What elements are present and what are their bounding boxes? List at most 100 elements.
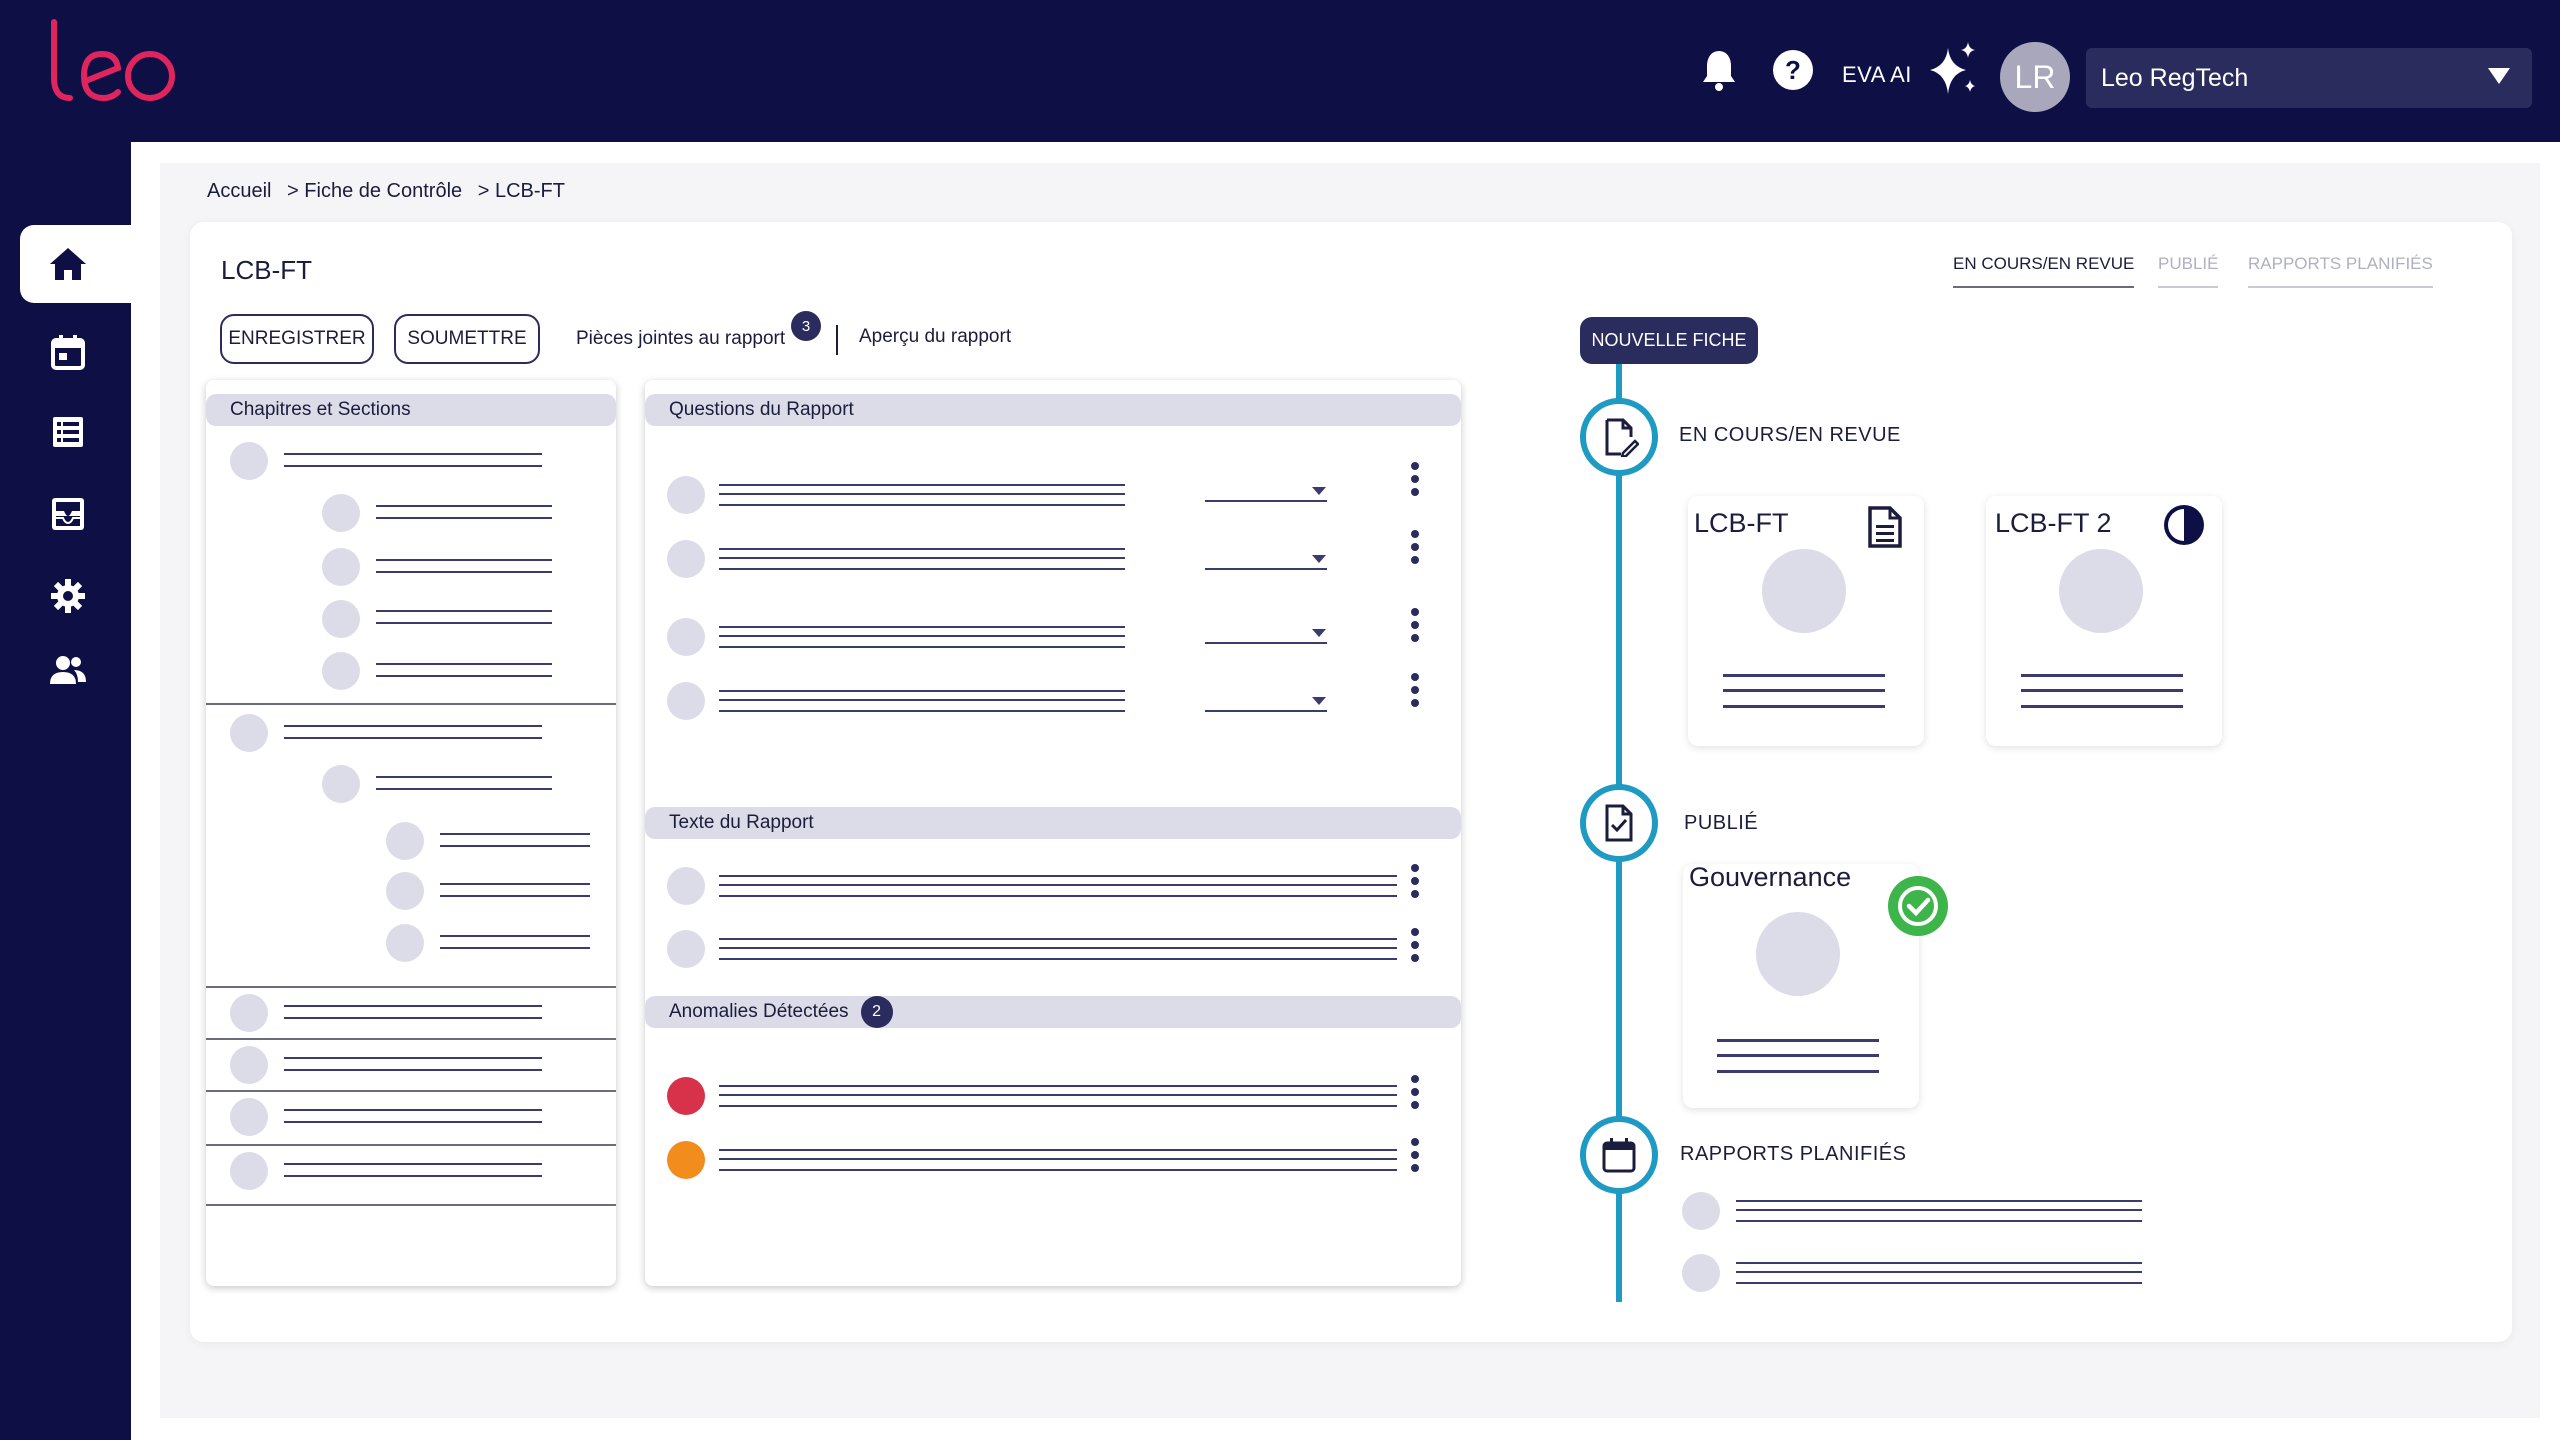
section-marker[interactable]: [322, 548, 360, 586]
question-placeholder-text[interactable]: [719, 548, 1125, 570]
subsection-marker[interactable]: [386, 924, 424, 962]
breadcrumb-current[interactable]: > LCB-FT: [478, 180, 565, 202]
question-marker[interactable]: [667, 476, 705, 514]
anomaly-placeholder-text[interactable]: [719, 1085, 1397, 1107]
subsection-placeholder-text[interactable]: [440, 935, 590, 949]
save-button[interactable]: ENREGISTRER: [220, 314, 374, 364]
question-answer-select[interactable]: [1205, 500, 1327, 502]
subsection-marker[interactable]: [386, 822, 424, 860]
timeline-label-published: PUBLIÉ: [1684, 812, 1759, 834]
chapter-marker[interactable]: [230, 442, 268, 480]
section-placeholder-text[interactable]: [376, 776, 552, 790]
section-marker[interactable]: [322, 600, 360, 638]
toolbar-divider: [836, 325, 838, 355]
anomaly-severity-medium: [667, 1141, 705, 1179]
text-block-marker[interactable]: [667, 867, 705, 905]
questions-section-title: Questions du Rapport: [669, 399, 854, 420]
more-options-icon[interactable]: [1410, 1075, 1420, 1109]
subsection-placeholder-text[interactable]: [440, 883, 590, 897]
sidebar-item-calendar[interactable]: [20, 313, 131, 391]
question-placeholder-text[interactable]: [719, 690, 1125, 712]
section-placeholder-text[interactable]: [376, 505, 552, 519]
question-marker[interactable]: [667, 682, 705, 720]
chapter-marker[interactable]: [230, 1152, 268, 1190]
question-answer-select[interactable]: [1205, 642, 1327, 644]
chevron-down-icon[interactable]: [1312, 697, 1326, 705]
report-card-avatar: [1762, 549, 1846, 633]
section-placeholder-text[interactable]: [376, 610, 552, 624]
avatar[interactable]: LR: [2000, 42, 2070, 112]
attachments-link[interactable]: Pièces jointes au rapport: [576, 328, 785, 350]
report-card-title: Gouvernance: [1689, 862, 1852, 892]
sidebar-item-users[interactable]: [20, 631, 131, 709]
gear-icon: [50, 579, 85, 613]
sidebar-item-settings[interactable]: [20, 557, 131, 635]
chapter-marker[interactable]: [230, 994, 268, 1032]
breadcrumb-fiche-controle[interactable]: > Fiche de Contrôle: [287, 180, 462, 202]
more-options-icon[interactable]: [1410, 673, 1420, 707]
scheduled-report-marker[interactable]: [1682, 1192, 1720, 1230]
chapter-placeholder-text[interactable]: [284, 1057, 542, 1071]
text-block-placeholder[interactable]: [719, 938, 1397, 960]
anomaly-placeholder-text[interactable]: [719, 1149, 1397, 1171]
subsection-placeholder-text[interactable]: [440, 833, 590, 847]
text-block-placeholder[interactable]: [719, 875, 1397, 897]
chapters-panel-header: Chapitres et Sections: [206, 394, 616, 426]
chapter-marker[interactable]: [230, 1046, 268, 1084]
document-check-icon: [1605, 804, 1633, 842]
calendar-icon: [50, 335, 85, 370]
report-preview-link[interactable]: Aperçu du rapport: [859, 326, 1011, 348]
question-marker[interactable]: [667, 618, 705, 656]
tab-scheduled-reports[interactable]: RAPPORTS PLANIFIÉS: [2248, 254, 2433, 288]
question-placeholder-text[interactable]: [719, 626, 1125, 648]
tab-published[interactable]: PUBLIÉ: [2158, 254, 2219, 288]
submit-button[interactable]: SOUMETTRE: [394, 314, 540, 364]
half-circle-progress-icon: [2164, 505, 2204, 545]
question-answer-select[interactable]: [1205, 568, 1327, 570]
question-answer-select[interactable]: [1205, 710, 1327, 712]
more-options-icon[interactable]: [1410, 1138, 1420, 1172]
section-placeholder-text[interactable]: [376, 559, 552, 573]
chapter-placeholder-text[interactable]: [284, 1163, 542, 1177]
section-marker[interactable]: [322, 494, 360, 532]
help-icon[interactable]: ?: [1771, 48, 1815, 92]
questions-section-header: Questions du Rapport: [645, 394, 1461, 426]
scheduled-report-placeholder[interactable]: [1736, 1200, 2142, 1222]
more-options-icon[interactable]: [1410, 864, 1420, 898]
chapter-placeholder-text[interactable]: [284, 1109, 542, 1123]
chapter-marker[interactable]: [230, 1098, 268, 1136]
chapter-placeholder-text[interactable]: [284, 453, 542, 467]
chapter-placeholder-text[interactable]: [284, 1005, 542, 1019]
more-options-icon[interactable]: [1410, 928, 1420, 962]
more-options-icon[interactable]: [1410, 462, 1420, 496]
sidebar-item-inbox[interactable]: [20, 475, 131, 553]
section-placeholder-text[interactable]: [376, 663, 552, 677]
text-block-marker[interactable]: [667, 930, 705, 968]
organization-select[interactable]: Leo RegTech: [2086, 48, 2532, 108]
question-placeholder-text[interactable]: [719, 484, 1125, 506]
subsection-marker[interactable]: [386, 872, 424, 910]
chapter-placeholder-text[interactable]: [284, 725, 542, 739]
new-sheet-button[interactable]: NOUVELLE FICHE: [1580, 317, 1758, 364]
section-marker[interactable]: [322, 765, 360, 803]
sparkle-icon[interactable]: [1922, 40, 1982, 100]
scheduled-report-placeholder[interactable]: [1736, 1262, 2142, 1284]
more-options-icon[interactable]: [1410, 530, 1420, 564]
breadcrumb-home[interactable]: Accueil: [207, 180, 271, 202]
sidebar-item-list[interactable]: [20, 393, 131, 471]
chevron-down-icon[interactable]: [1312, 629, 1326, 637]
scheduled-report-marker[interactable]: [1682, 1254, 1720, 1292]
leo-logo[interactable]: [40, 18, 180, 118]
sidebar-item-home[interactable]: [20, 225, 176, 303]
bell-icon[interactable]: [1697, 48, 1741, 92]
eva-ai-label[interactable]: EVA AI: [1842, 62, 1912, 88]
report-text-section-title: Texte du Rapport: [669, 812, 814, 833]
chapter-marker[interactable]: [230, 714, 268, 752]
chevron-down-icon[interactable]: [1312, 555, 1326, 563]
section-marker[interactable]: [322, 652, 360, 690]
question-marker[interactable]: [667, 540, 705, 578]
more-options-icon[interactable]: [1410, 608, 1420, 642]
timeline-label-scheduled: RAPPORTS PLANIFIÉS: [1680, 1143, 1907, 1165]
chevron-down-icon[interactable]: [1312, 487, 1326, 495]
tab-in-progress[interactable]: EN COURS/EN REVUE: [1953, 254, 2135, 288]
